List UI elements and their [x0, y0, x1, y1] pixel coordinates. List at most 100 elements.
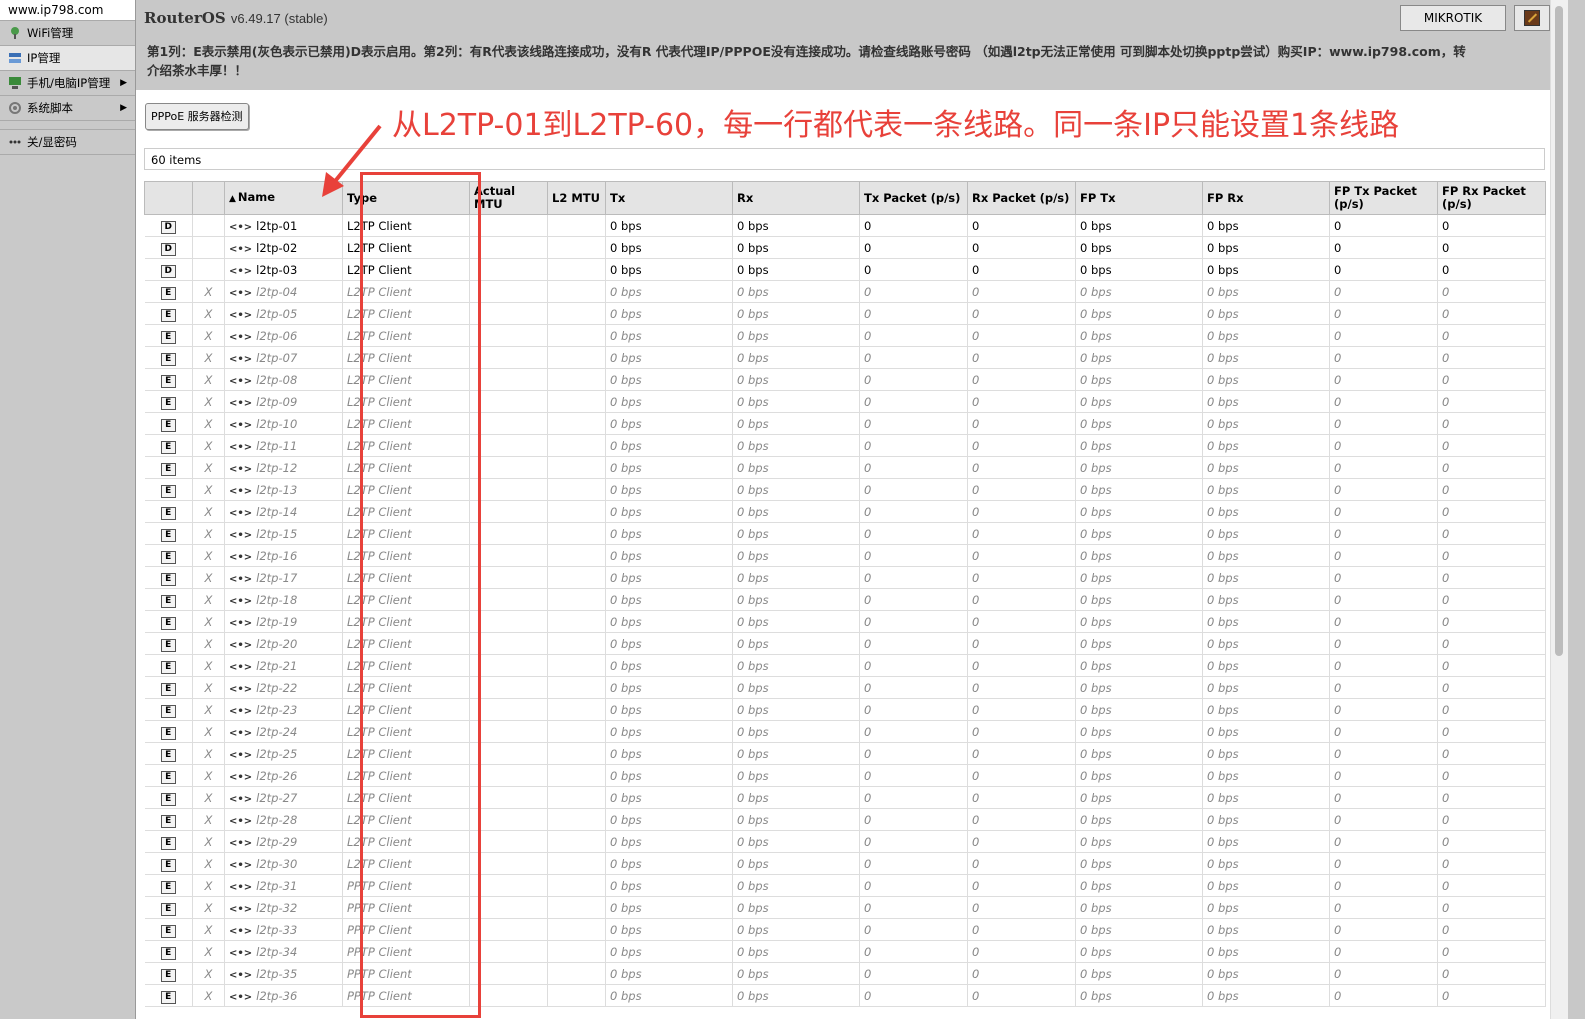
table-row[interactable]: E X <•> l2tp-17 L2TP Client 0 bps 0 bps 0 0 0 bps…	[144, 566, 1546, 589]
enable-toggle-button[interactable]: E	[160, 924, 176, 938]
sidebar-item-wifi[interactable]: WiFi管理	[0, 21, 135, 46]
cell-flag[interactable]: E	[144, 478, 193, 501]
table-row[interactable]: E X <•> l2tp-08 L2TP Client 0 bps 0 bps 0 0 0 bps…	[144, 368, 1546, 391]
enable-toggle-button[interactable]: E	[160, 792, 176, 806]
interface-name[interactable]: l2tp-15	[256, 527, 297, 541]
enable-toggle-button[interactable]: E	[160, 836, 176, 850]
cell-flag[interactable]: E	[144, 962, 193, 985]
interface-name[interactable]: l2tp-17	[256, 571, 297, 585]
enable-toggle-button[interactable]: E	[160, 990, 176, 1004]
enable-toggle-button[interactable]: D	[160, 220, 176, 234]
cell-flag[interactable]: E	[144, 764, 193, 787]
table-row[interactable]: E X <•> l2tp-18 L2TP Client 0 bps 0 bps 0 0 0 bps…	[144, 588, 1546, 611]
enable-toggle-button[interactable]: E	[160, 286, 176, 300]
enable-toggle-button[interactable]: E	[160, 968, 176, 982]
table-row[interactable]: E X <•> l2tp-28 L2TP Client 0 bps 0 bps 0 0 0 bps…	[144, 808, 1546, 831]
cell-flag[interactable]: E	[144, 808, 193, 831]
interface-name[interactable]: l2tp-29	[256, 835, 297, 849]
enable-toggle-button[interactable]: E	[160, 704, 176, 718]
table-row[interactable]: E X <•> l2tp-14 L2TP Client 0 bps 0 bps 0 0 0 bps…	[144, 500, 1546, 523]
pppoe-server-check-button[interactable]: PPPoE 服务器检测	[145, 103, 249, 130]
interface-name[interactable]: l2tp-36	[256, 989, 297, 1003]
enable-toggle-button[interactable]: E	[160, 418, 176, 432]
enable-toggle-button[interactable]: E	[160, 484, 176, 498]
enable-toggle-button[interactable]: E	[160, 814, 176, 828]
cell-flag[interactable]: E	[144, 632, 193, 655]
table-row[interactable]: E X <•> l2tp-11 L2TP Client 0 bps 0 bps 0 0 0 bps…	[144, 434, 1546, 457]
interface-name[interactable]: l2tp-19	[256, 615, 297, 629]
cell-flag[interactable]: E	[144, 280, 193, 303]
table-row[interactable]: E X <•> l2tp-32 PPTP Client 0 bps 0 bps 0 0 0 bps…	[144, 896, 1546, 919]
cell-flag[interactable]: E	[144, 368, 193, 391]
column-header-fp-tx[interactable]: FP Tx	[1075, 181, 1203, 215]
enable-toggle-button[interactable]: E	[160, 528, 176, 542]
column-header-fp-rx[interactable]: FP Rx	[1202, 181, 1330, 215]
column-header-fp-rx-packet[interactable]: FP Rx Packet (p/s)	[1437, 181, 1546, 215]
enable-toggle-button[interactable]: E	[160, 440, 176, 454]
column-header-tx[interactable]: Tx	[605, 181, 733, 215]
interface-name[interactable]: l2tp-23	[256, 703, 297, 717]
table-row[interactable]: E X <•> l2tp-05 L2TP Client 0 bps 0 bps 0 0 0 bps…	[144, 302, 1546, 325]
table-row[interactable]: E X <•> l2tp-24 L2TP Client 0 bps 0 bps 0 0 0 bps…	[144, 720, 1546, 743]
enable-toggle-button[interactable]: E	[160, 902, 176, 916]
enable-toggle-button[interactable]: E	[160, 308, 176, 322]
interface-name[interactable]: l2tp-12	[256, 461, 297, 475]
cell-flag[interactable]: E	[144, 786, 193, 809]
interface-name[interactable]: l2tp-09	[256, 395, 297, 409]
enable-toggle-button[interactable]: E	[160, 946, 176, 960]
interface-name[interactable]: l2tp-20	[256, 637, 297, 651]
cell-flag[interactable]: E	[144, 896, 193, 919]
interface-name[interactable]: l2tp-06	[256, 329, 297, 343]
column-header-rx-packet[interactable]: Rx Packet (p/s)	[967, 181, 1076, 215]
cell-flag[interactable]: E	[144, 566, 193, 589]
enable-toggle-button[interactable]: E	[160, 682, 176, 696]
cell-flag[interactable]: E	[144, 698, 193, 721]
table-row[interactable]: D <•> l2tp-02 L2TP Client 0 bps 0 bps 0 0 0 bps 0…	[144, 236, 1546, 259]
sidebar-item-scripts[interactable]: 系统脚本 ▶	[0, 96, 135, 121]
interface-name[interactable]: l2tp-10	[256, 417, 297, 431]
cell-flag[interactable]: E	[144, 742, 193, 765]
cell-flag[interactable]: E	[144, 302, 193, 325]
interface-name[interactable]: l2tp-04	[256, 285, 297, 299]
enable-toggle-button[interactable]: E	[160, 858, 176, 872]
interface-name[interactable]: l2tp-27	[256, 791, 297, 805]
column-header-status[interactable]	[192, 181, 225, 215]
column-header-type[interactable]: Type	[342, 181, 470, 215]
interface-name[interactable]: l2tp-30	[256, 857, 297, 871]
table-row[interactable]: E X <•> l2tp-34 PPTP Client 0 bps 0 bps 0 0 0 bps…	[144, 940, 1546, 963]
cell-flag[interactable]: E	[144, 610, 193, 633]
cell-flag[interactable]: E	[144, 544, 193, 567]
table-row[interactable]: E X <•> l2tp-21 L2TP Client 0 bps 0 bps 0 0 0 bps…	[144, 654, 1546, 677]
sidebar-item-device-ip[interactable]: 手机/电脑IP管理 ▶	[0, 71, 135, 96]
column-header-fp-tx-packet[interactable]: FP Tx Packet (p/s)	[1329, 181, 1438, 215]
enable-toggle-button[interactable]: E	[160, 594, 176, 608]
enable-toggle-button[interactable]: E	[160, 638, 176, 652]
table-row[interactable]: D <•> l2tp-01 L2TP Client 0 bps 0 bps 0 0 0 bps 0…	[144, 214, 1546, 237]
table-row[interactable]: E X <•> l2tp-36 PPTP Client 0 bps 0 bps 0 0 0 bps…	[144, 984, 1546, 1007]
cell-flag[interactable]: E	[144, 940, 193, 963]
table-row[interactable]: E X <•> l2tp-27 L2TP Client 0 bps 0 bps 0 0 0 bps…	[144, 786, 1546, 809]
interface-name[interactable]: l2tp-02	[256, 241, 297, 255]
table-row[interactable]: E X <•> l2tp-06 L2TP Client 0 bps 0 bps 0 0 0 bps…	[144, 324, 1546, 347]
mikrotik-button[interactable]: MIKROTIK	[1400, 5, 1506, 31]
column-header-actual-mtu[interactable]: Actual MTU	[469, 181, 548, 215]
cell-flag[interactable]: E	[144, 500, 193, 523]
interface-name[interactable]: l2tp-11	[256, 439, 297, 453]
table-row[interactable]: E X <•> l2tp-25 L2TP Client 0 bps 0 bps 0 0 0 bps…	[144, 742, 1546, 765]
column-header-flag[interactable]	[144, 181, 193, 215]
column-header-tx-packet[interactable]: Tx Packet (p/s)	[859, 181, 968, 215]
cell-flag[interactable]: E	[144, 654, 193, 677]
table-row[interactable]: E X <•> l2tp-13 L2TP Client 0 bps 0 bps 0 0 0 bps…	[144, 478, 1546, 501]
interface-name[interactable]: l2tp-32	[256, 901, 297, 915]
interface-name[interactable]: l2tp-31	[256, 879, 297, 893]
cell-flag[interactable]: E	[144, 984, 193, 1007]
interface-name[interactable]: l2tp-13	[256, 483, 297, 497]
enable-toggle-button[interactable]: E	[160, 660, 176, 674]
cell-flag[interactable]: E	[144, 852, 193, 875]
table-row[interactable]: E X <•> l2tp-29 L2TP Client 0 bps 0 bps 0 0 0 bps…	[144, 830, 1546, 853]
interface-name[interactable]: l2tp-21	[256, 659, 297, 673]
table-row[interactable]: E X <•> l2tp-16 L2TP Client 0 bps 0 bps 0 0 0 bps…	[144, 544, 1546, 567]
table-row[interactable]: E X <•> l2tp-30 L2TP Client 0 bps 0 bps 0 0 0 bps…	[144, 852, 1546, 875]
enable-toggle-button[interactable]: E	[160, 726, 176, 740]
enable-toggle-button[interactable]: E	[160, 506, 176, 520]
